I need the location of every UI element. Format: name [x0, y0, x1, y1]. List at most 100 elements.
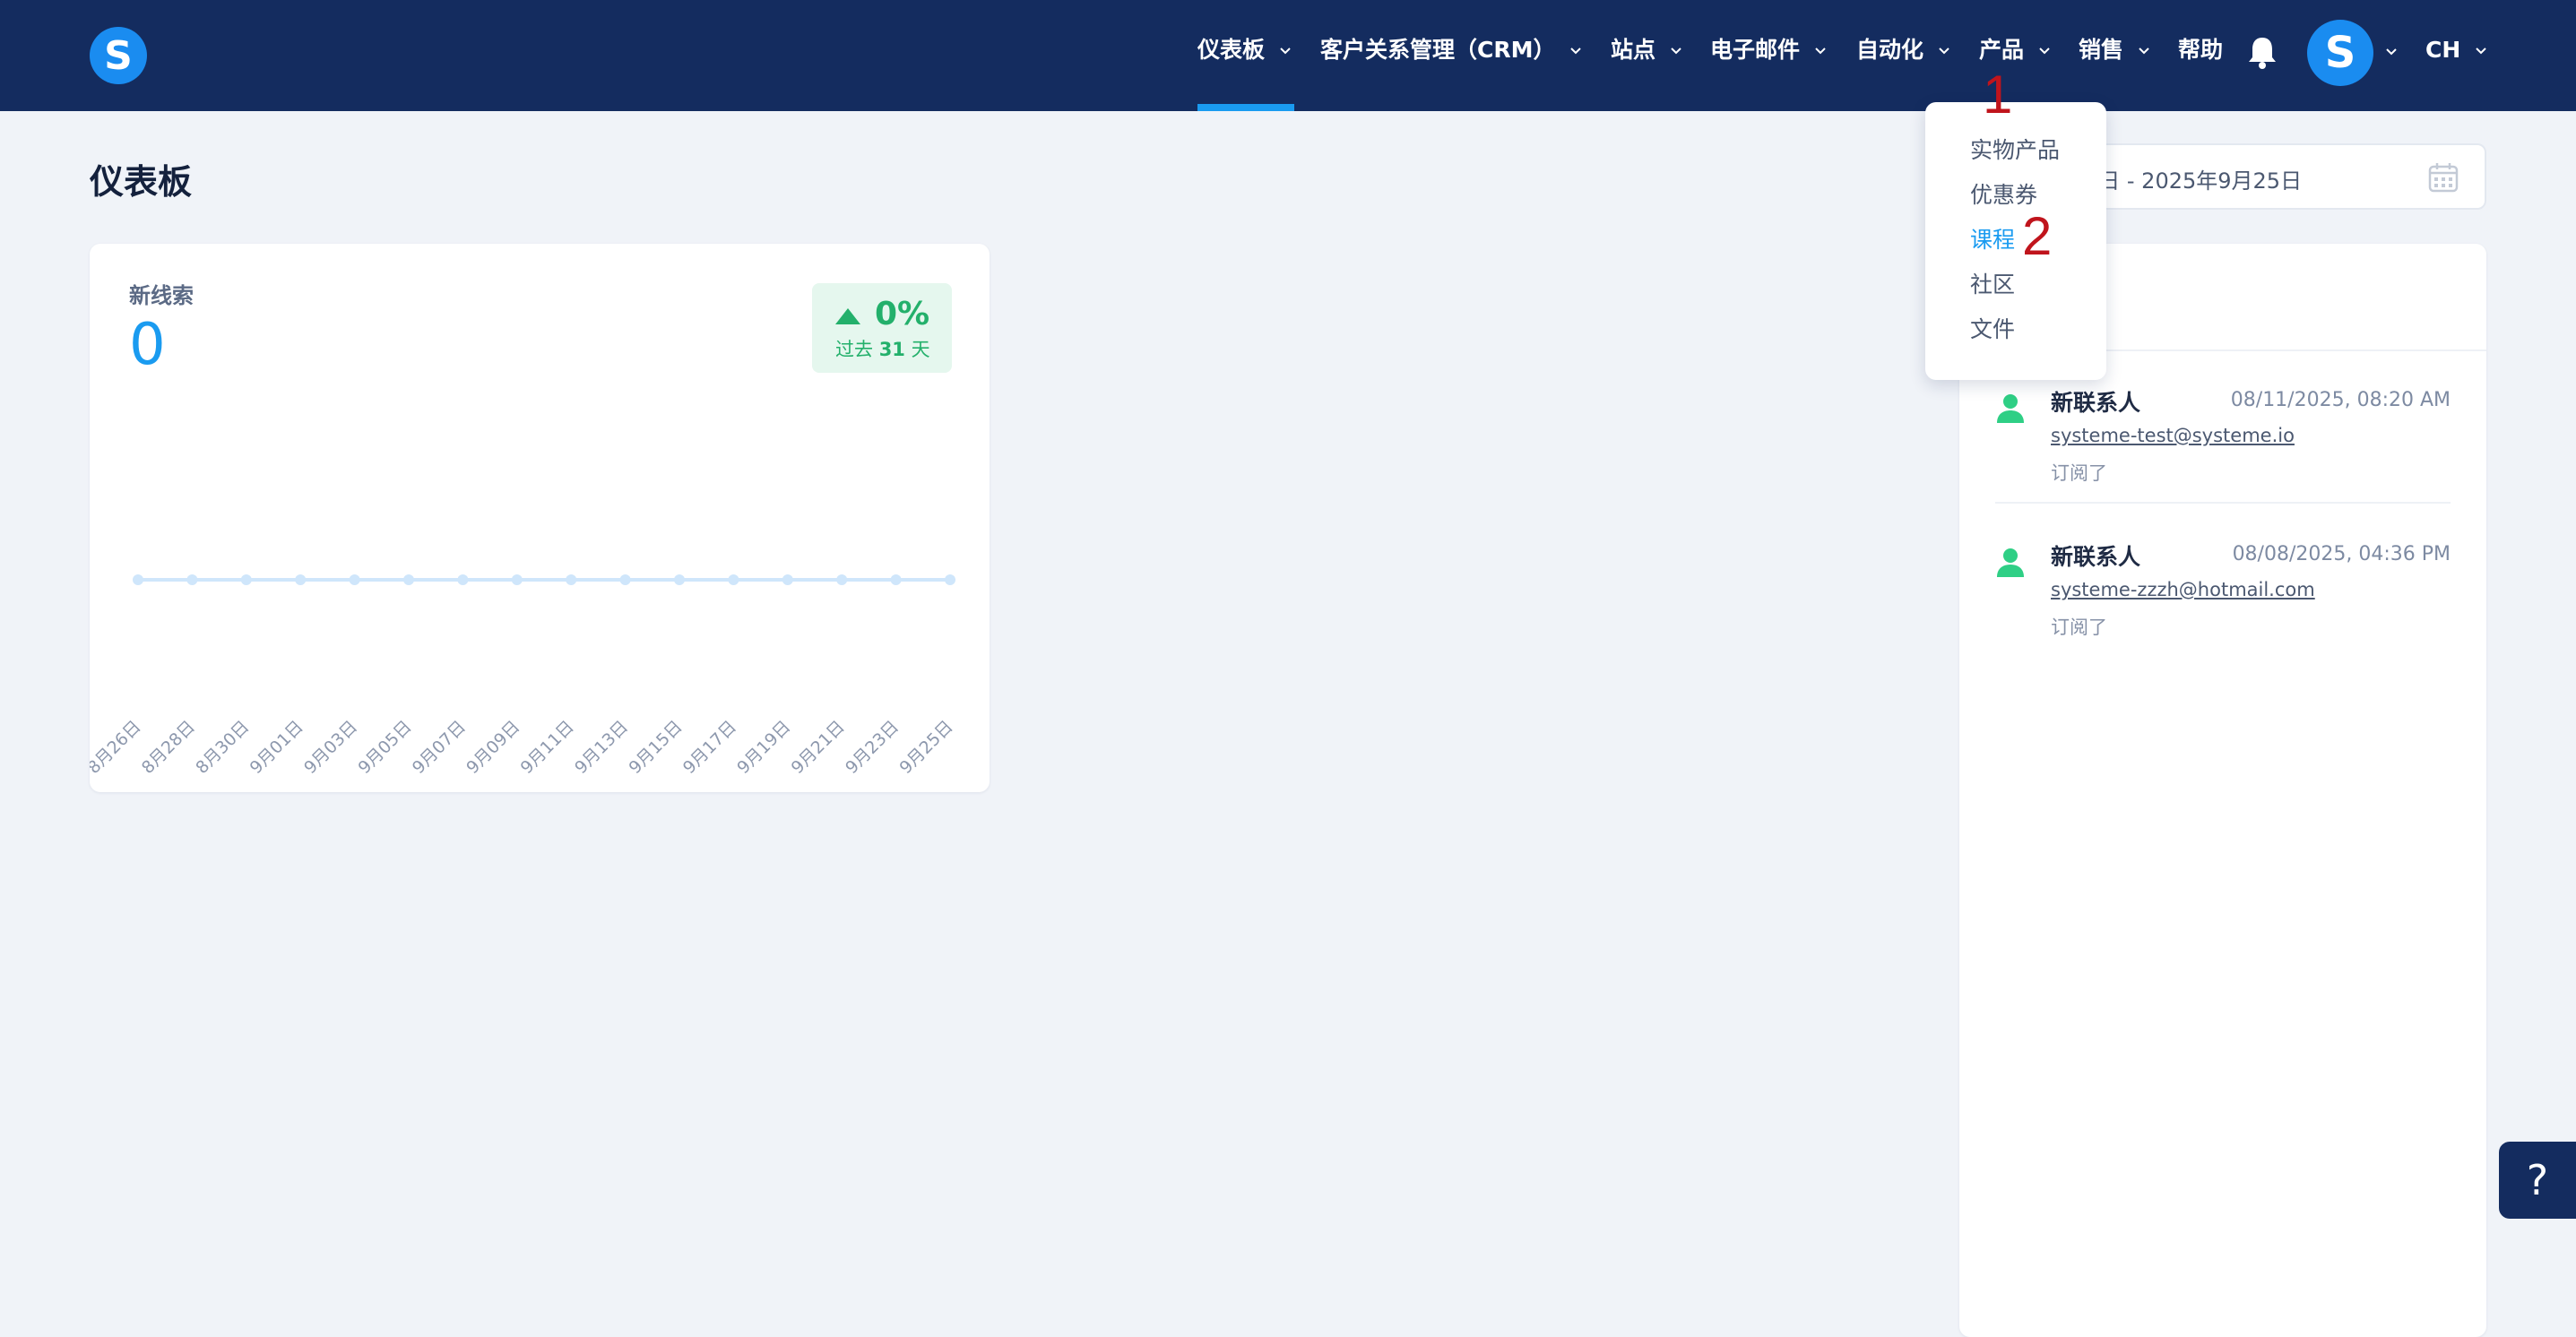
date-range-text: 6日 - 2025年9月25日: [2085, 168, 2303, 194]
chevron-down-icon: [2139, 47, 2149, 55]
x-tick-label: 9月05日: [354, 717, 415, 778]
language-label: CH: [2425, 37, 2461, 63]
data-point: [705, 578, 709, 582]
x-tick-label: 9月21日: [788, 717, 849, 778]
menu-item-physical-products[interactable]: 实物产品: [1970, 133, 2060, 165]
annotation-step-2: 2: [2022, 206, 2053, 266]
active-tab-indicator: [1197, 104, 1294, 111]
x-tick-label: 9月09日: [462, 717, 523, 778]
nav-automation-label: 自动化: [1856, 37, 1924, 63]
x-tick-label: 9月25日: [895, 717, 956, 778]
nav-products[interactable]: 产品: [1979, 32, 2054, 68]
person-icon: [1997, 394, 2024, 423]
x-tick-label: 9月19日: [733, 717, 794, 778]
update-title: 新联系人: [2051, 544, 2141, 570]
data-point: [890, 574, 902, 585]
language-selector[interactable]: CH: [2425, 32, 2491, 68]
nav-crm-label: 客户关系管理（CRM）: [1320, 37, 1556, 63]
data-point: [674, 574, 685, 585]
menu-item-coupons[interactable]: 优惠券: [1970, 177, 2037, 210]
data-point: [782, 574, 793, 585]
x-tick-label: 9月17日: [679, 717, 740, 778]
data-point: [403, 574, 414, 585]
data-point: [836, 574, 848, 585]
nav-automation[interactable]: 自动化: [1856, 32, 1954, 68]
data-point: [921, 578, 925, 582]
help-button[interactable]: ?: [2499, 1142, 2576, 1219]
data-point: [728, 574, 739, 585]
chevron-down-icon: [2039, 47, 2050, 55]
data-point: [295, 574, 307, 585]
data-point: [325, 578, 330, 582]
nav-email-label: 电子邮件: [1710, 37, 1801, 63]
update-action: 订阅了: [2051, 462, 2107, 484]
user-avatar[interactable]: S: [2307, 20, 2373, 86]
nav-email[interactable]: 电子邮件: [1710, 32, 1830, 68]
data-point: [596, 578, 601, 582]
data-point: [434, 578, 438, 582]
nav-sites[interactable]: 站点: [1611, 32, 1686, 68]
data-point: [349, 574, 360, 585]
data-point: [542, 578, 546, 582]
contact-email-link[interactable]: systeme-zzzh@hotmail.com: [2051, 579, 2315, 600]
data-point: [650, 578, 654, 582]
update-title: 新联系人: [2051, 390, 2141, 416]
chevron-down-icon: [1815, 47, 1826, 55]
data-point: [813, 578, 817, 582]
update-action: 订阅了: [2051, 617, 2107, 638]
data-point: [186, 574, 198, 585]
nav-help-label: 帮助: [2178, 37, 2224, 63]
x-tick-label: 8月30日: [192, 717, 253, 778]
chevron-down-icon: [1570, 47, 1582, 55]
chevron-down-icon: [2476, 47, 2486, 55]
chevron-down-icon[interactable]: [2382, 41, 2401, 61]
leads-line-chart: 8月26日8月28日8月30日9月01日9月03日9月05日9月07日9月09日…: [90, 574, 957, 778]
data-point: [379, 578, 384, 582]
x-tick-label: 9月11日: [517, 717, 578, 778]
contact-email-link[interactable]: systeme-test@systeme.io: [2051, 425, 2295, 446]
data-point: [133, 574, 143, 585]
data-point: [240, 574, 252, 585]
nav-help[interactable]: 帮助: [2178, 32, 2223, 68]
bell-icon[interactable]: [2246, 34, 2278, 70]
update-item: 新联系人 08/08/2025, 04:36 PM systeme-zzzh@h…: [1995, 518, 2451, 661]
nav-dashboard[interactable]: 仪表板: [1197, 32, 1295, 68]
annotation-step-1: 1: [1983, 65, 2013, 125]
menu-item-community[interactable]: 社区: [1970, 267, 2015, 299]
x-tick-label: 9月01日: [246, 717, 307, 778]
x-tick-label: 9月03日: [300, 717, 361, 778]
chevron-down-icon: [1939, 47, 1949, 55]
menu-item-files[interactable]: 文件: [1970, 312, 2015, 344]
update-item: 新联系人 08/11/2025, 08:20 AM systeme-test@s…: [1995, 364, 2451, 507]
nav-sales-label: 销售: [2079, 37, 2124, 63]
data-point: [945, 574, 955, 585]
menu-item-courses[interactable]: 课程: [1970, 222, 2015, 254]
products-dropdown-menu: 实物产品 优惠券 课程 社区 文件: [1925, 102, 2106, 380]
x-tick-label: 8月26日: [90, 717, 145, 778]
chevron-down-icon: [1671, 47, 1681, 55]
nav-crm[interactable]: 客户关系管理（CRM）: [1320, 32, 1586, 68]
update-time: 08/08/2025, 04:36 PM: [2232, 543, 2451, 565]
divider: [1995, 502, 2451, 504]
systeme-logo[interactable]: S: [90, 27, 147, 84]
data-point: [217, 578, 221, 582]
x-tick-label: 9月23日: [842, 717, 903, 778]
data-point: [566, 574, 577, 585]
data-point: [163, 578, 168, 582]
nav-products-label: 产品: [1979, 37, 2025, 63]
calendar-icon[interactable]: [2427, 161, 2459, 194]
x-tick-label: 9月07日: [409, 717, 470, 778]
page-title: 仪表板: [90, 162, 193, 202]
latest-updates-card: 新 新联系人 08/11/2025, 08:20 AM systeme-test…: [1959, 244, 2486, 1337]
data-point: [457, 574, 469, 585]
data-point: [867, 578, 871, 582]
new-leads-card: 新线索 0 0% 过去 31 天 8月26日 8月28日 8月30日 9月01日 9月0…: [90, 244, 990, 792]
nav-sales[interactable]: 销售: [2079, 32, 2154, 68]
x-tick-label: 9月13日: [571, 717, 632, 778]
x-tick-label: 8月28日: [138, 717, 199, 778]
data-point: [511, 574, 523, 585]
nav-sites-label: 站点: [1611, 37, 1656, 63]
data-point: [272, 578, 275, 582]
person-icon: [1997, 548, 2024, 577]
nav-dashboard-label: 仪表板: [1197, 37, 1266, 63]
